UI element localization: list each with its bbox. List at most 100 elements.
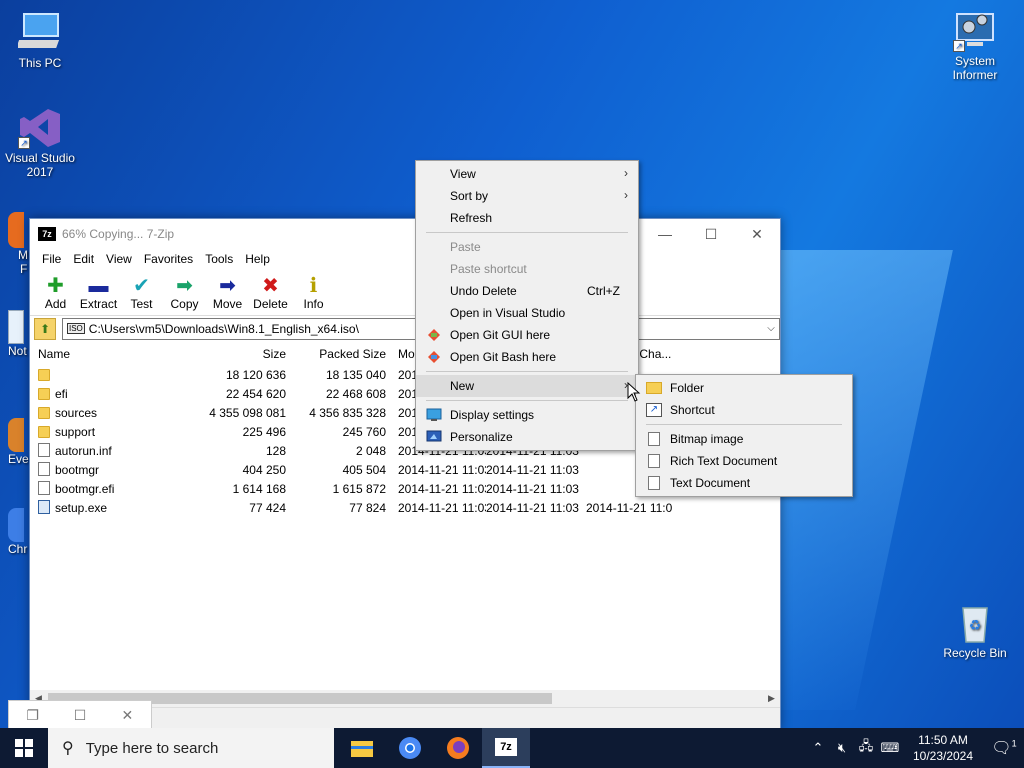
menu-item-new[interactable]: New › (416, 375, 638, 397)
keyboard-icon[interactable]: ⌨︎ (878, 740, 902, 756)
firefox-icon (447, 737, 469, 759)
taskbar-chrome[interactable] (386, 728, 434, 768)
new-submenu: Folder ↗ Shortcut Bitmap image Rich Text… (635, 374, 853, 497)
menu-item-display-settings[interactable]: Display settings (416, 404, 638, 426)
maximize-button[interactable]: ☐ (688, 219, 734, 249)
address-row: ⬆ ISO C:\Users\vm5\Downloads\Win8.1_Engl… (30, 315, 780, 341)
folder-icon (38, 425, 50, 438)
menu-item-new-text-document[interactable]: Text Document (636, 472, 852, 494)
computer-icon (16, 10, 62, 54)
up-folder-button[interactable]: ⬆ (34, 317, 56, 340)
window-title: 66% Copying... 7-Zip (62, 227, 175, 241)
git-icon (428, 351, 440, 363)
check-icon: ✔ (133, 275, 150, 297)
menu-view[interactable]: View (100, 252, 138, 266)
menu-separator (426, 232, 628, 233)
menu-help[interactable]: Help (239, 252, 276, 266)
desktop-icon-partial-firefox[interactable]: M F (8, 212, 30, 276)
taskbar-7zip[interactable]: 7z (482, 728, 530, 768)
desktop-icon-partial-chrome[interactable]: Chr (8, 508, 30, 556)
notification-center-button[interactable]: 🗨︎1 (984, 738, 1024, 758)
menu-item-open-git-bash[interactable]: Open Git Bash here (416, 346, 638, 368)
menu-item-view[interactable]: View › (416, 163, 638, 185)
taskbar-search-box[interactable]: ⚲ Type here to search (48, 728, 334, 768)
desktop-icon-label: This PC (18, 56, 62, 70)
menu-item-new-shortcut[interactable]: ↗ Shortcut (636, 399, 852, 421)
menu-separator (426, 400, 628, 401)
folder-icon (38, 406, 50, 419)
exe-file-icon (38, 500, 50, 514)
git-icon (428, 329, 440, 341)
menu-item-open-git-gui[interactable]: Open Git GUI here (416, 324, 638, 346)
submenu-arrow-icon: › (624, 166, 628, 180)
delete-button[interactable]: ✖ Delete (249, 275, 292, 311)
speaker-muted-icon[interactable]: 🔇︎ (830, 740, 854, 756)
clock-date: 10/23/2024 (912, 749, 974, 763)
move-button[interactable]: ➡ Move (206, 275, 249, 311)
file-icon (38, 481, 50, 495)
taskbar-file-explorer[interactable] (338, 728, 386, 768)
menu-item-new-rtf[interactable]: Rich Text Document (636, 450, 852, 472)
menu-favorites[interactable]: Favorites (138, 252, 199, 266)
add-button[interactable]: ✚ Add (34, 275, 77, 311)
file-icon (38, 443, 50, 457)
menu-item-open-in-visual-studio[interactable]: Open in Visual Studio (416, 302, 638, 324)
personalize-icon (426, 430, 442, 442)
menu-item-paste-shortcut[interactable]: Paste shortcut (416, 258, 638, 280)
restore-button[interactable]: ❐ (9, 701, 56, 729)
minus-icon: ▬ (88, 275, 109, 297)
desktop-icon-visual-studio[interactable]: ↗ Visual Studio 2017 (0, 105, 80, 179)
column-header-size[interactable]: Size (190, 347, 286, 361)
close-button[interactable]: ✕ (104, 701, 151, 729)
column-header-name[interactable]: Name (30, 347, 190, 361)
column-header-packed-size[interactable]: Packed Size (286, 347, 386, 361)
test-button[interactable]: ✔ Test (120, 275, 163, 311)
clock[interactable]: 11:50 AM 10/23/2024 (908, 732, 978, 764)
desktop-icon-partial-everything[interactable]: Eve (8, 418, 30, 466)
start-button[interactable] (0, 728, 48, 768)
minimize-button[interactable]: — (642, 219, 688, 249)
menu-item-paste[interactable]: Paste (416, 236, 638, 258)
menu-item-undo-delete[interactable]: Undo Delete Ctrl+Z (416, 280, 638, 302)
file-explorer-icon (351, 741, 373, 757)
folder-icon (646, 382, 662, 394)
desktop-icon-recycle-bin[interactable]: ♻ Recycle Bin (935, 600, 1015, 660)
extract-button[interactable]: ▬ Extract (77, 275, 120, 311)
everything-icon (8, 418, 24, 452)
menu-file[interactable]: File (36, 252, 67, 266)
desktop-icon-this-pc[interactable]: This PC (0, 10, 80, 70)
menu-tools[interactable]: Tools (199, 252, 239, 266)
menu-separator (646, 424, 842, 425)
taskbar-firefox[interactable] (434, 728, 482, 768)
menu-edit[interactable]: Edit (67, 252, 100, 266)
svg-text:♻: ♻ (969, 617, 982, 633)
windows-logo-icon (15, 739, 33, 757)
maximize-button[interactable]: ☐ (56, 701, 103, 729)
folder-icon (38, 387, 50, 400)
copy-button[interactable]: ➡ Copy (163, 275, 206, 311)
menu-item-refresh[interactable]: Refresh (416, 207, 638, 229)
menu-item-personalize[interactable]: Personalize (416, 426, 638, 448)
desktop-icon-partial-notepad[interactable]: Not (8, 310, 30, 358)
search-icon: ⚲ (62, 740, 74, 757)
close-button[interactable]: ✕ (734, 219, 780, 249)
menu-item-sort-by[interactable]: Sort by › (416, 185, 638, 207)
scroll-right-icon[interactable]: ▶ (763, 693, 780, 704)
chrome-icon (8, 508, 24, 542)
chevron-down-icon[interactable]: ⌵ (763, 323, 779, 334)
title-bar[interactable]: 7z 66% Copying... 7-Zip — ☐ ✕ (30, 219, 780, 249)
progress-window-minimized: ❐ ☐ ✕ (8, 700, 152, 730)
desktop-icon-system-informer[interactable]: ↗ System Informer (935, 8, 1015, 82)
address-path: C:\Users\vm5\Downloads\Win8.1_English_x6… (88, 321, 359, 336)
chevron-up-icon[interactable]: ⌃ (806, 740, 830, 756)
menu-item-new-folder[interactable]: Folder (636, 377, 852, 399)
visual-studio-icon: ↗ (18, 105, 62, 149)
desktop-context-menu: View › Sort by › Refresh Paste Paste short… (415, 160, 639, 451)
table-row[interactable]: setup.exe 77 424 77 824 2014-11-21 11:03… (30, 498, 780, 517)
menu-item-new-bitmap[interactable]: Bitmap image (636, 428, 852, 450)
menu-separator (426, 371, 628, 372)
network-icon[interactable]: 🖧︎ (854, 737, 878, 759)
info-button[interactable]: ℹ Info (292, 275, 335, 311)
desktop-icon-label: System Informer (952, 54, 998, 82)
search-placeholder: Type here to search (85, 739, 219, 757)
